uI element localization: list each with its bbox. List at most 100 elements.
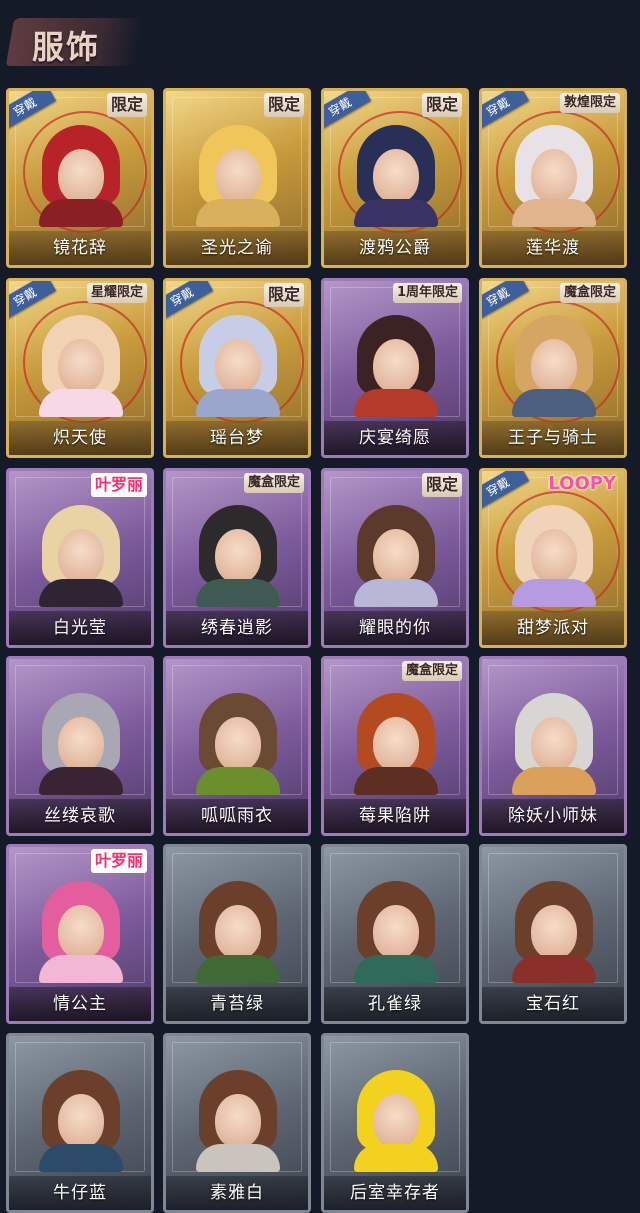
character-portrait	[506, 861, 602, 983]
costume-name: 莲华渡	[526, 238, 580, 258]
costume-name: 圣光之谕	[201, 238, 273, 258]
costume-name: 莓果陷阱	[359, 806, 431, 826]
costume-card[interactable]: 除妖小师妹	[479, 656, 627, 836]
character-portrait	[348, 861, 444, 983]
face-shape	[531, 529, 577, 583]
costume-name: 孔雀绿	[368, 994, 422, 1014]
costume-card[interactable]: 魔盒限定 绣春逍影	[163, 468, 311, 648]
costume-name: 镜花辞	[53, 238, 107, 258]
outfit-shape	[512, 579, 596, 607]
costume-card[interactable]: 敦煌限定 穿戴 莲华渡	[479, 88, 627, 268]
limited-tag: 魔盒限定	[559, 283, 620, 303]
limited-tag: 魔盒限定	[243, 473, 304, 493]
costume-name: 王子与骑士	[508, 428, 598, 448]
character-portrait	[190, 295, 286, 417]
character-portrait	[190, 673, 286, 795]
character-portrait	[33, 295, 129, 417]
character-portrait	[506, 295, 602, 417]
face-shape	[215, 529, 261, 583]
face-shape	[373, 905, 419, 959]
limited-tag: 限定	[263, 93, 304, 117]
costume-card[interactable]: 丝缕哀歌	[6, 656, 154, 836]
costume-card[interactable]: 1周年限定 庆宴绮愿	[321, 278, 469, 458]
costume-card[interactable]: 牛仔蓝	[6, 1033, 154, 1213]
face-shape	[215, 905, 261, 959]
character-portrait	[190, 105, 286, 227]
costume-name: 甜梦派对	[517, 618, 589, 638]
character-portrait	[190, 1050, 286, 1172]
outfit-shape	[354, 389, 438, 417]
character-portrait	[348, 1050, 444, 1172]
costume-name: 耀眼的你	[359, 618, 431, 638]
outfit-shape	[354, 767, 438, 795]
costume-name: 宝石红	[526, 994, 580, 1014]
face-shape	[58, 905, 104, 959]
limited-tag: 1周年限定	[392, 283, 462, 303]
outfit-shape	[39, 1144, 123, 1172]
limited-tag: 敦煌限定	[559, 93, 620, 113]
face-shape	[531, 717, 577, 771]
outfit-shape	[512, 767, 596, 795]
outfit-shape	[196, 389, 280, 417]
costume-card[interactable]: 叶罗丽 情公主	[6, 844, 154, 1024]
outfit-shape	[354, 199, 438, 227]
character-portrait	[190, 861, 286, 983]
character-portrait	[506, 673, 602, 795]
costume-card[interactable]: LOOPY 穿戴 甜梦派对	[479, 468, 627, 648]
face-shape	[58, 717, 104, 771]
costume-card[interactable]: 叶罗丽白光莹	[6, 468, 154, 648]
face-shape	[531, 905, 577, 959]
costume-card[interactable]: 呱呱雨衣	[163, 656, 311, 836]
face-shape	[58, 339, 104, 393]
character-portrait	[506, 105, 602, 227]
character-portrait	[348, 295, 444, 417]
costume-name: 炽天使	[53, 428, 107, 448]
limited-tag: 星耀限定	[86, 283, 147, 303]
outfit-shape	[512, 199, 596, 227]
costume-name: 牛仔蓝	[53, 1183, 107, 1203]
costume-name: 白光莹	[53, 618, 107, 638]
face-shape	[373, 1094, 419, 1148]
costume-card[interactable]: 星耀限定 穿戴 炽天使	[6, 278, 154, 458]
costume-card[interactable]: 限定 穿戴 瑶台梦	[163, 278, 311, 458]
outfit-shape	[196, 199, 280, 227]
face-shape	[531, 149, 577, 203]
costume-name: 呱呱雨衣	[201, 806, 273, 826]
character-portrait	[190, 485, 286, 607]
face-shape	[373, 529, 419, 583]
limited-tag: 叶罗丽	[90, 849, 147, 873]
outfit-shape	[39, 767, 123, 795]
costume-card[interactable]: 素雅白	[163, 1033, 311, 1213]
face-shape	[215, 1094, 261, 1148]
outfit-shape	[39, 579, 123, 607]
costume-name: 瑶台梦	[210, 428, 264, 448]
limited-tag: 叶罗丽	[90, 473, 147, 497]
costume-name: 素雅白	[210, 1183, 264, 1203]
costume-card[interactable]: 限定耀眼的你	[321, 468, 469, 648]
outfit-shape	[354, 955, 438, 983]
costume-card[interactable]: 孔雀绿	[321, 844, 469, 1024]
costume-card[interactable]: 后室幸存者	[321, 1033, 469, 1213]
costume-card[interactable]: 限定 穿戴 渡鸦公爵	[321, 88, 469, 268]
costume-card[interactable]: 青苔绿	[163, 844, 311, 1024]
character-portrait	[348, 485, 444, 607]
costume-card[interactable]: 限定 穿戴 镜花辞	[6, 88, 154, 268]
outfit-shape	[196, 1144, 280, 1172]
outfit-shape	[196, 955, 280, 983]
character-portrait	[348, 673, 444, 795]
costume-card[interactable]: 魔盒限定 穿戴 王子与骑士	[479, 278, 627, 458]
costume-card[interactable]: 限定圣光之谕	[163, 88, 311, 268]
face-shape	[215, 339, 261, 393]
face-shape	[58, 149, 104, 203]
limited-tag: LOOPY	[548, 473, 616, 494]
limited-tag: 限定	[421, 473, 462, 497]
face-shape	[58, 529, 104, 583]
character-portrait	[33, 105, 129, 227]
limited-tag: 限定	[106, 93, 147, 117]
character-portrait	[33, 1050, 129, 1172]
costume-card[interactable]: 魔盒限定 莓果陷阱	[321, 656, 469, 836]
outfit-shape	[39, 199, 123, 227]
face-shape	[373, 717, 419, 771]
face-shape	[215, 717, 261, 771]
costume-card[interactable]: 宝石红	[479, 844, 627, 1024]
